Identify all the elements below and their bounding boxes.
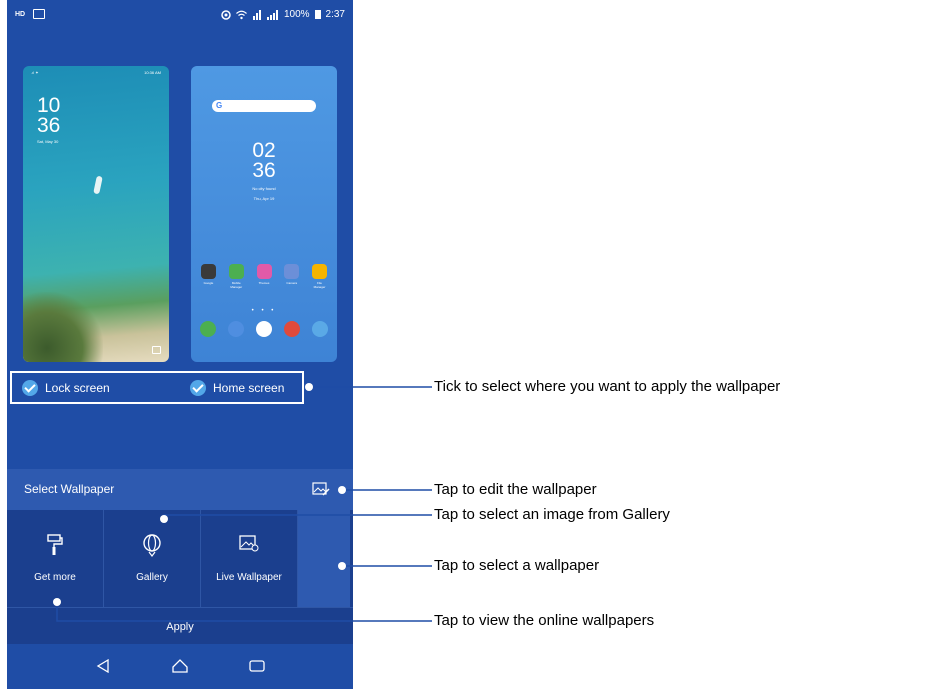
callout-dot-gallery [160, 515, 168, 523]
callout-lines [56, 386, 432, 622]
annotation-edit: Tap to edit the wallpaper [434, 481, 597, 498]
callout-dot-edit [338, 486, 346, 494]
annotation-online: Tap to view the online wallpapers [434, 612, 655, 629]
annotation-gallery: Tap to select an image from Gallery [434, 506, 670, 523]
annotation-tick: Tick to select where you want to apply t… [434, 378, 781, 395]
callout-dot-online [53, 598, 61, 606]
callout-dot-select [338, 562, 346, 570]
callout-dot-tick [305, 383, 313, 391]
annotation-select: Tap to select a wallpaper [434, 557, 600, 574]
